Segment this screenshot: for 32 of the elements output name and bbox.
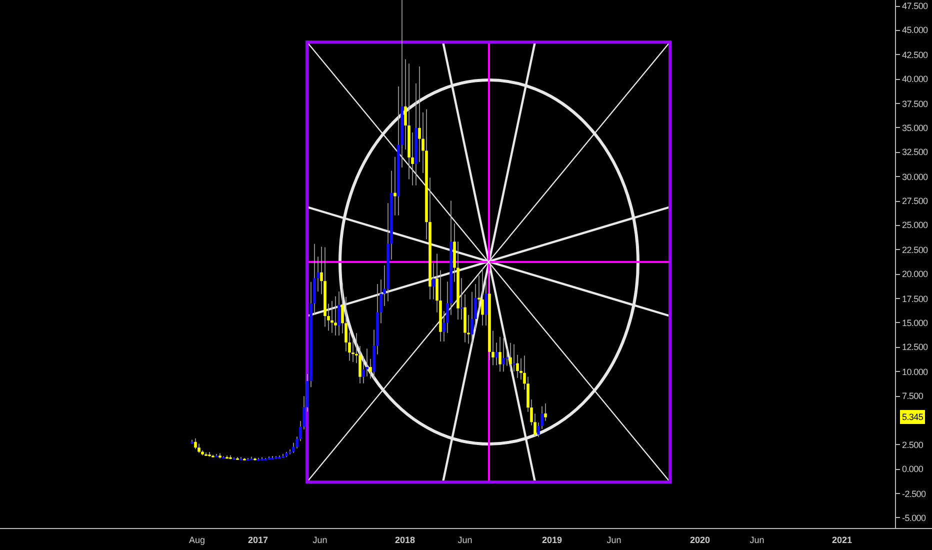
time-axis-label: 2019 (542, 535, 562, 545)
time-axis-label: 2021 (832, 535, 852, 545)
price-axis-label: 10.000 (902, 366, 928, 377)
price-axis-label: 45.000 (902, 25, 928, 36)
price-axis-label: 37.500 (902, 98, 928, 109)
price-axis-label: 47.500 (902, 1, 928, 11)
time-axis-label: 2018 (394, 535, 416, 545)
price-axis-label: 22.500 (902, 244, 928, 255)
time-axis-label: Jun (312, 535, 328, 545)
price-axis-label: 27.500 (902, 196, 928, 206)
time-axis-label: Jun (458, 535, 472, 545)
price-axis-label: 12.500 (902, 342, 928, 352)
price-axis-label: 0.000 (902, 464, 924, 474)
price-axis-label: 30.000 (902, 172, 928, 182)
price-axis-label: -2.500 (902, 488, 926, 499)
price-axis-label: 32.500 (902, 147, 928, 158)
price-axis-label: 20.000 (902, 269, 928, 280)
time-axis-label: Aug (189, 535, 205, 545)
price-axis-label: 25.000 (902, 220, 928, 230)
price-axis-label: 42.500 (902, 50, 928, 60)
price-axis-label: 15.000 (902, 318, 928, 328)
last-price-tag: 5.345 (900, 410, 926, 424)
time-axis-label: 2017 (248, 535, 268, 545)
time-axis-label: 2020 (690, 535, 710, 545)
price-axis-label: 7.500 (902, 391, 924, 402)
price-axis-label: 35.000 (902, 122, 928, 133)
price-axis-label: 2.500 (902, 440, 924, 450)
time-axis-label: Jun (750, 535, 764, 545)
price-axis-label: 40.000 (902, 74, 928, 84)
price-axis-label: 17.500 (902, 294, 928, 304)
price-axis-label: -5.000 (902, 512, 926, 523)
time-axis-label: Jun (606, 535, 622, 545)
